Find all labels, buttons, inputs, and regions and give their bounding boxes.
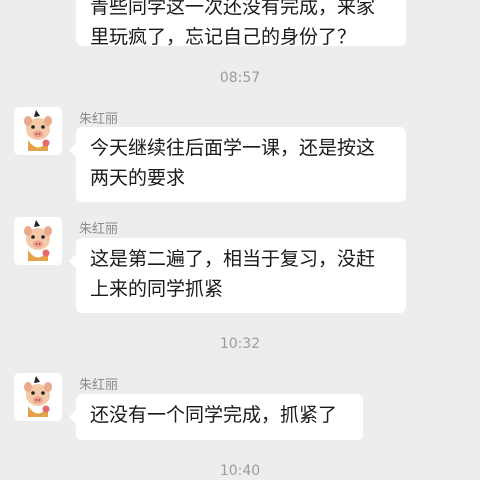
timestamp: 10:32 [219, 336, 261, 352]
chat-history[interactable]: 青些同学这一次还没有完成，来家 里玩疯了，忘记自己的身份了？ 08:57 朱红丽… [0, 0, 480, 480]
message-text-line: 两天的要求 [90, 167, 186, 189]
avatar[interactable] [14, 107, 62, 155]
message-text-line: 还没有一个同学完成，抓紧了 [90, 404, 338, 426]
cartoon-pig-avatar-icon [14, 107, 62, 155]
message-text-line: 里玩疯了，忘记自己的身份了？ [90, 26, 357, 48]
message-bubble[interactable]: 还没有一个同学完成，抓紧了 [69, 394, 363, 440]
sender-name: 朱红丽 [79, 378, 119, 393]
sender-name: 朱红丽 [79, 222, 119, 237]
timestamp: 10:40 [219, 463, 261, 479]
timestamp: 08:57 [219, 70, 261, 86]
message-text-line: 青些同学这一次还没有完成，来家 [90, 0, 376, 18]
avatar[interactable] [14, 373, 62, 421]
message-text-line: 这是第二遍了，相当于复习，没赶 [90, 248, 376, 270]
cartoon-pig-avatar-icon [14, 373, 62, 421]
message-bubble[interactable]: 这是第二遍了，相当于复习，没赶 上来的同学抓紧 [69, 238, 406, 313]
cartoon-pig-avatar-icon [14, 217, 62, 265]
message-bubble-previous[interactable]: 青些同学这一次还没有完成，来家 里玩疯了，忘记自己的身份了？ [76, 0, 406, 48]
message-text-line: 上来的同学抓紧 [90, 278, 224, 300]
message-bubble[interactable]: 今天继续往后面学一课，还是按这 两天的要求 [69, 127, 406, 202]
avatar[interactable] [14, 217, 62, 265]
message-text-line: 今天继续往后面学一课，还是按这 [90, 137, 376, 159]
sender-name: 朱红丽 [79, 112, 119, 127]
